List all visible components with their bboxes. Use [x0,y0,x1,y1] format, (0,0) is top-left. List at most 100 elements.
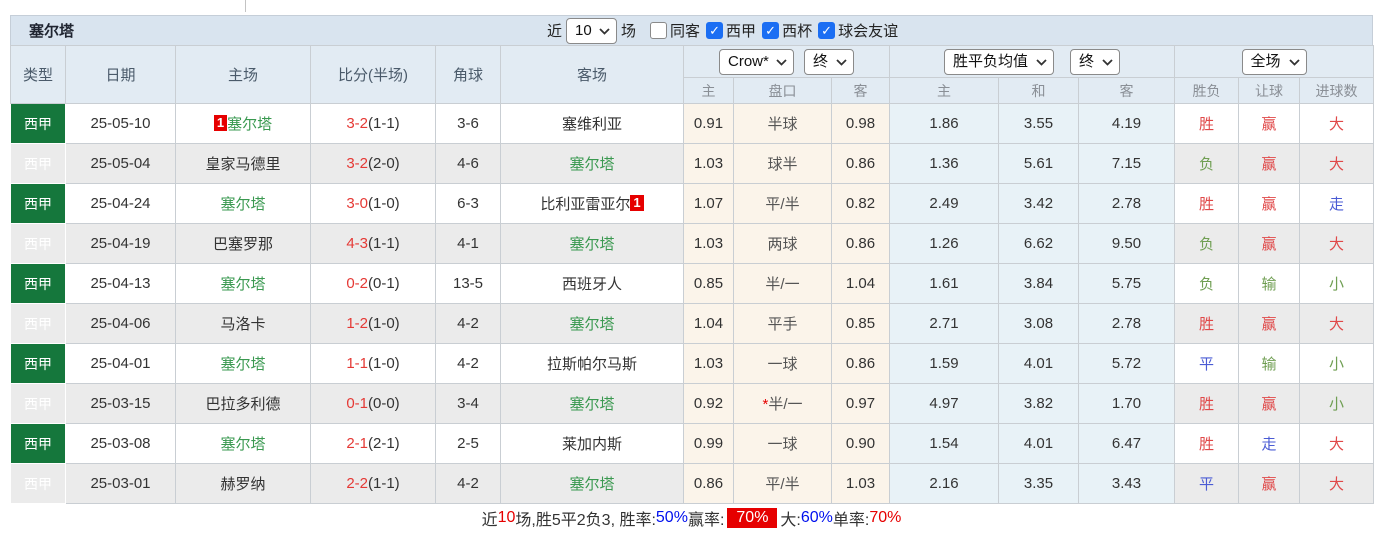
team-name: 马洛卡 [220,316,266,333]
checkbox[interactable] [650,22,668,39]
result-outcome-cell: 负 [1174,223,1240,264]
avg-home-odds: 2.16 [889,463,1000,504]
league-cell: 西甲 [10,263,66,304]
score-cell: 4-3(1-1) [310,223,436,264]
away-team-cell: 比利亚雷亚尔 1 [500,183,684,224]
team-name: 赫罗纳 [220,476,266,493]
date-cell: 25-03-08 [65,423,176,464]
home-team-cell: 马洛卡 [175,303,311,344]
team-name: 塞尔塔 [220,276,266,293]
handicap-away-odds: 1.03 [830,463,891,504]
away-team-cell: 西班牙人 [500,263,684,304]
score-cell: 3-2(2-0) [310,143,436,184]
checkbox[interactable]: ✓ [818,22,836,39]
odds-company-select[interactable]: Crow* [719,48,794,75]
filter-checkbox-item-2[interactable]: ✓ 西杯 [762,20,812,41]
handicap-away-odds: 0.97 [830,383,891,424]
league-cell: 西甲 [10,143,66,184]
filter-checkbox-item-0[interactable]: 同客 [650,20,700,41]
handicap-line: 一球 [733,423,832,464]
summary-segment: 赢率: [687,512,725,529]
result-outcome-cell: 平 [1174,463,1240,504]
filter-checkbox-item-3[interactable]: ✓ 球会友谊 [818,20,898,41]
result-outcome-cell: 平 [1174,343,1240,384]
halftime-score: (1-0) [368,315,400,332]
subcol-handicap-line: 盘口 [733,77,832,104]
result-goals-cell: 大 [1299,143,1375,184]
avg-odds-select[interactable]: 胜平负均值 [944,48,1055,75]
avg-odds-group-header: 胜平负均值 终 [889,45,1176,78]
result-handicap-cell: 赢 [1238,223,1301,264]
date-cell: 25-04-19 [65,223,176,264]
date-cell: 25-05-10 [65,103,176,144]
avg-time-select-wrap: 终 [1070,48,1121,75]
filter-checkbox-item-1[interactable]: ✓ 西甲 [706,20,756,41]
table-row: 西甲 25-04-01 塞尔塔 1-1(1-0) 4-2 拉斯帕尔马斯 1.03 一球 0.86… [10,343,1375,384]
home-team-cell: 塞尔塔 [175,263,311,304]
handicap-line: 半/一 [733,263,832,304]
away-team-cell: 塞尔塔 [500,383,684,424]
away-team-cell: 塞尔塔 [500,143,684,184]
team-name: 塞尔塔 [227,116,273,133]
subcol-outcome: 胜负 [1174,77,1240,104]
summary-segment: 50% [655,509,688,526]
result-goals-cell: 小 [1299,383,1375,424]
filter-checkbox-label: 西甲 [726,23,757,40]
team-name: 塞尔塔 [569,316,615,333]
team-name: 比利亚雷亚尔 [540,196,631,213]
col-header-date: 日期 [65,45,176,104]
subcol-avg-draw: 和 [998,77,1080,104]
result-outcome-cell: 胜 [1174,423,1240,464]
filter-bar: 近 10 场 同客 ✓ 西甲 ✓ 西杯 ✓ 球会友谊 [543,16,904,45]
halftime-score: (0-1) [368,275,400,292]
match-rows: 西甲 25-05-10 1 塞尔塔 3-2(1-1) 3-6 塞维利亚 0.91 半球 0.98 1… [10,103,1375,504]
corners-cell: 4-2 [435,303,501,344]
team-name: 塞尔塔 [220,196,266,213]
matches-label: 场 [621,23,637,40]
checkbox[interactable]: ✓ [762,22,780,39]
team-name: 塞尔塔 [220,356,266,373]
halftime-score: (1-0) [368,195,400,212]
league-cell: 西甲 [10,343,66,384]
subcol-avg-away: 客 [1078,77,1176,104]
home-team-cell: 塞尔塔 [175,343,311,384]
handicap-home-odds: 0.99 [683,423,734,464]
summary-segment: 近 [481,512,498,529]
result-goals-cell: 大 [1299,103,1375,144]
table-row: 西甲 25-05-04 皇家马德里 3-2(2-0) 4-6 塞尔塔 1.03 球半 0.86 1… [10,143,1375,184]
page-top-strip [0,0,1383,15]
date-cell: 25-04-13 [65,263,176,304]
halftime-score: (0-0) [368,395,400,412]
league-cell: 西甲 [10,463,66,504]
corners-cell: 3-4 [435,383,501,424]
date-cell: 25-04-01 [65,343,176,384]
table-row: 西甲 25-05-10 1 塞尔塔 3-2(1-1) 3-6 塞维利亚 0.91 半球 0.98 1… [10,103,1375,144]
avg-time-select[interactable]: 终 [1070,48,1121,75]
away-team-cell: 塞尔塔 [500,463,684,504]
result-outcome-cell: 负 [1174,143,1240,184]
summary-bar: 近 10 场,胜5平2负3, 胜率: 50% 赢率: 70% 大: 60% 单率: 70% [0,504,1383,532]
subcol-handicap-home: 主 [683,77,734,104]
date-cell: 25-04-06 [65,303,176,344]
league-cell: 西甲 [10,303,66,344]
result-handicap-cell: 赢 [1238,463,1301,504]
summary-segment: 大: [780,512,801,529]
result-handicap-cell: 输 [1238,343,1301,384]
corners-cell: 2-5 [435,423,501,464]
away-team-cell: 塞维利亚 [500,103,684,144]
scope-select[interactable]: 全场 [1241,48,1307,75]
result-goals-cell: 走 [1299,183,1375,224]
away-team-cell: 塞尔塔 [500,223,684,264]
result-handicap-cell: 赢 [1238,103,1301,144]
recent-count-select[interactable]: 10 [566,17,618,44]
rank-badge: 1 [630,195,644,211]
avg-away-odds: 2.78 [1078,183,1176,224]
summary-segment: 60% [800,509,833,526]
odds-time-select[interactable]: 终 [804,48,854,75]
checkbox[interactable]: ✓ [706,22,724,39]
avg-home-odds: 4.97 [889,383,1000,424]
home-team-cell: 皇家马德里 [175,143,311,184]
summary-segment: 70% [869,509,902,526]
handicap-home-odds: 1.03 [683,143,734,184]
halftime-score: (1-0) [368,355,400,372]
